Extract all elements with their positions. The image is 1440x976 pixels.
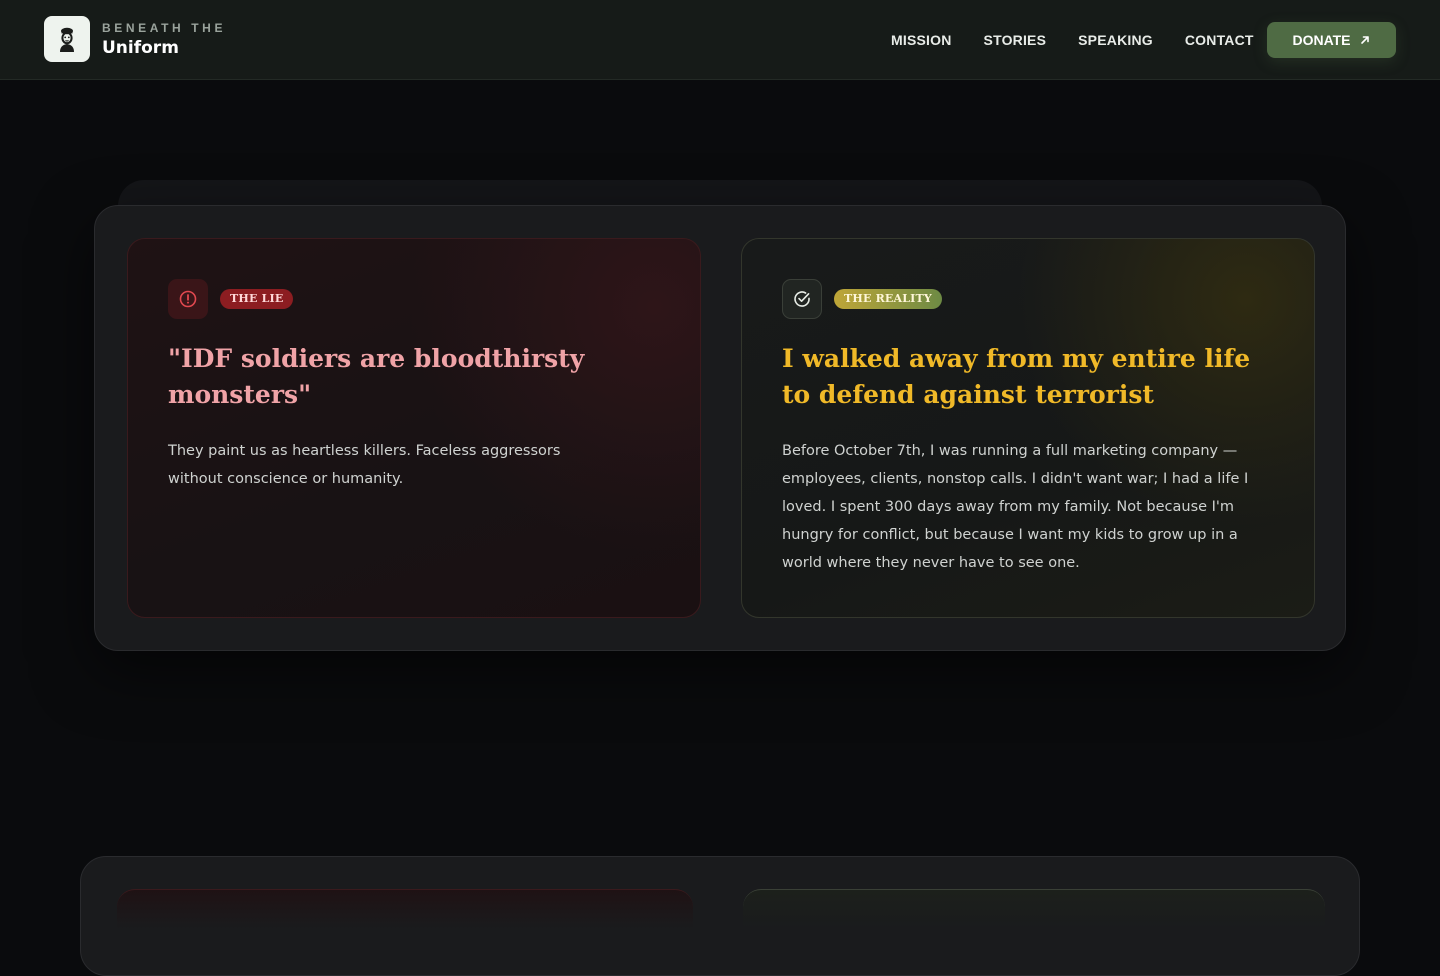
lie-heading: "IDF soldiers are bloodthirsty monsters"	[168, 344, 585, 409]
check-circle-icon	[782, 279, 822, 319]
donate-label: DONATE	[1292, 32, 1351, 48]
arrow-up-right-icon	[1360, 36, 1369, 44]
soldier-bust-icon	[44, 16, 90, 62]
reality-panel: THE REALITY I walked away from my entire…	[741, 238, 1315, 618]
lie-body: They paint us as heartless killers. Face…	[168, 443, 561, 487]
lie-vs-reality-card: THE LIE "IDF soldiers are bloodthirsty m…	[94, 205, 1346, 651]
lie-panel: THE LIE "IDF soldiers are bloodthirsty m…	[127, 238, 701, 618]
reality-heading: I walked away from my entire life to def…	[782, 344, 1251, 409]
nav-item-stories[interactable]: STORIES	[984, 30, 1047, 50]
nav-item-contact[interactable]: CONTACT	[1185, 30, 1254, 50]
reality-tag: THE REALITY	[834, 289, 942, 309]
donate-button[interactable]: DONATE	[1267, 22, 1396, 58]
main-nav: MISSION STORIES SPEAKING CONTACT	[891, 30, 1286, 50]
brand-kicker: BENEATH THE	[102, 21, 227, 35]
brand-logo-link[interactable]: BENEATH THE Uniform	[44, 16, 226, 62]
next-comparison-card	[80, 856, 1360, 976]
next-reality-panel	[743, 889, 1325, 929]
next-lie-panel	[117, 889, 693, 929]
nav-item-speaking[interactable]: SPEAKING	[1078, 30, 1153, 50]
brand-name: Uniform	[102, 38, 179, 58]
nav-item-mission[interactable]: MISSION	[891, 30, 952, 50]
site-header: BENEATH THE Uniform MISSION STORIES SPEA…	[0, 0, 1440, 80]
reality-body: Before October 7th, I was running a full…	[782, 443, 1249, 571]
alert-circle-icon	[168, 279, 208, 319]
lie-tag: THE LIE	[220, 289, 294, 309]
